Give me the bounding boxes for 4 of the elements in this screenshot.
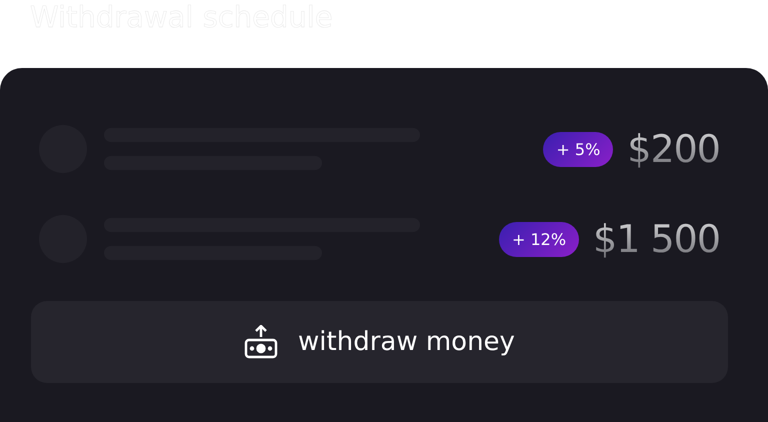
bonus-badge: + 12% [498,222,580,256]
cash-upload-icon [244,325,278,359]
withdraw-button[interactable]: withdraw money [31,301,728,383]
bonus-badge: + 5% [543,132,614,166]
